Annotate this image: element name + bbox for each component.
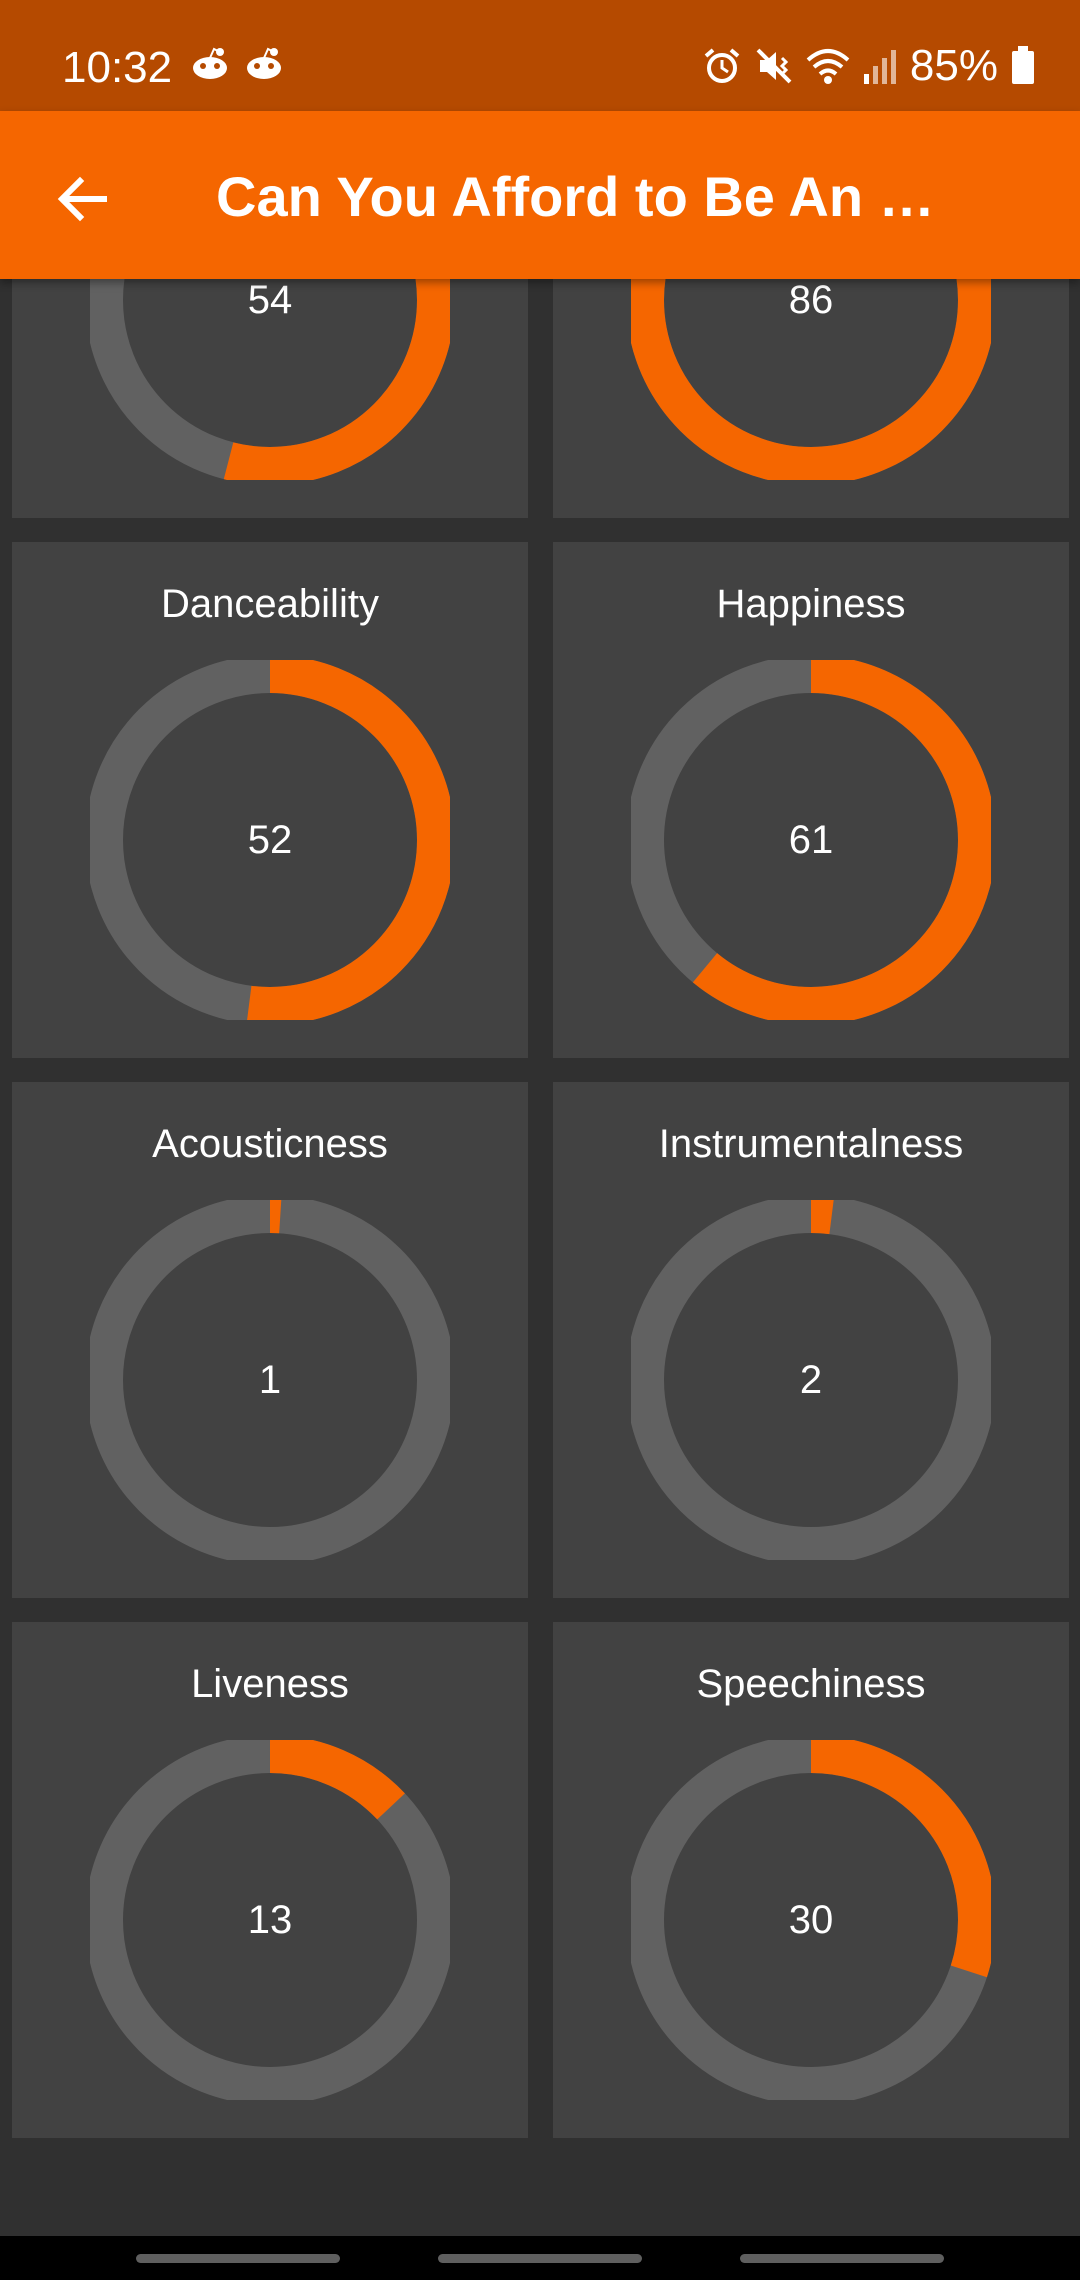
metric-value: 86 — [788, 279, 834, 322]
wifi-icon — [806, 49, 850, 84]
metric-card: Happiness 61 — [553, 542, 1069, 1058]
mute-vibrate-icon — [756, 48, 792, 84]
metric-label: Speechiness — [696, 1662, 926, 1706]
metric-value: 2 — [799, 1358, 823, 1402]
metric-label: Acousticness — [152, 1122, 388, 1166]
metric-card: Danceability 52 — [12, 542, 528, 1058]
status-system-icons: 85% — [702, 42, 1036, 90]
signal-icon — [863, 50, 896, 84]
app-bar: Can You Afford to Be An … — [0, 111, 1080, 279]
metric-card: Speechiness 30 — [553, 1622, 1069, 2138]
reddit-icon — [247, 47, 281, 79]
metric-value: 61 — [788, 818, 834, 862]
metric-label: Instrumentalness — [658, 1122, 964, 1166]
alarm-icon — [704, 48, 740, 83]
nav-back[interactable] — [740, 2254, 944, 2263]
metric-label: Danceability — [161, 582, 379, 626]
status-notification-icons — [190, 46, 284, 82]
metric-card: Acousticness 1 — [12, 1082, 528, 1598]
reddit-icon — [193, 47, 227, 79]
nav-recent-apps[interactable] — [136, 2254, 340, 2263]
metric-card: 86 — [553, 279, 1069, 518]
status-bar: 10:32 85% — [0, 0, 1080, 111]
metric-value: 1 — [258, 1358, 282, 1402]
metric-label: Happiness — [716, 582, 906, 626]
metric-value: 30 — [788, 1898, 834, 1942]
metric-value: 13 — [247, 1898, 293, 1942]
system-navigation-bar — [0, 2236, 1080, 2280]
status-time: 10:32 — [62, 43, 173, 92]
battery-percent: 85% — [909, 41, 998, 90]
metric-card: Liveness 13 — [12, 1622, 528, 2138]
battery-icon — [1012, 46, 1034, 84]
page-title: Can You Afford to Be An … — [216, 165, 935, 228]
nav-home[interactable] — [438, 2254, 642, 2263]
metric-card: Instrumentalness 2 — [553, 1082, 1069, 1598]
metric-label: Liveness — [191, 1662, 349, 1706]
metrics-scroll-view[interactable]: 54 86 Danceability 52 Happiness 61 Acousticnes… — [0, 279, 1080, 2236]
arrow-back-icon[interactable] — [50, 167, 114, 231]
metric-value: 52 — [247, 818, 293, 862]
metric-card: 54 — [12, 279, 528, 518]
metric-value: 54 — [247, 279, 293, 322]
